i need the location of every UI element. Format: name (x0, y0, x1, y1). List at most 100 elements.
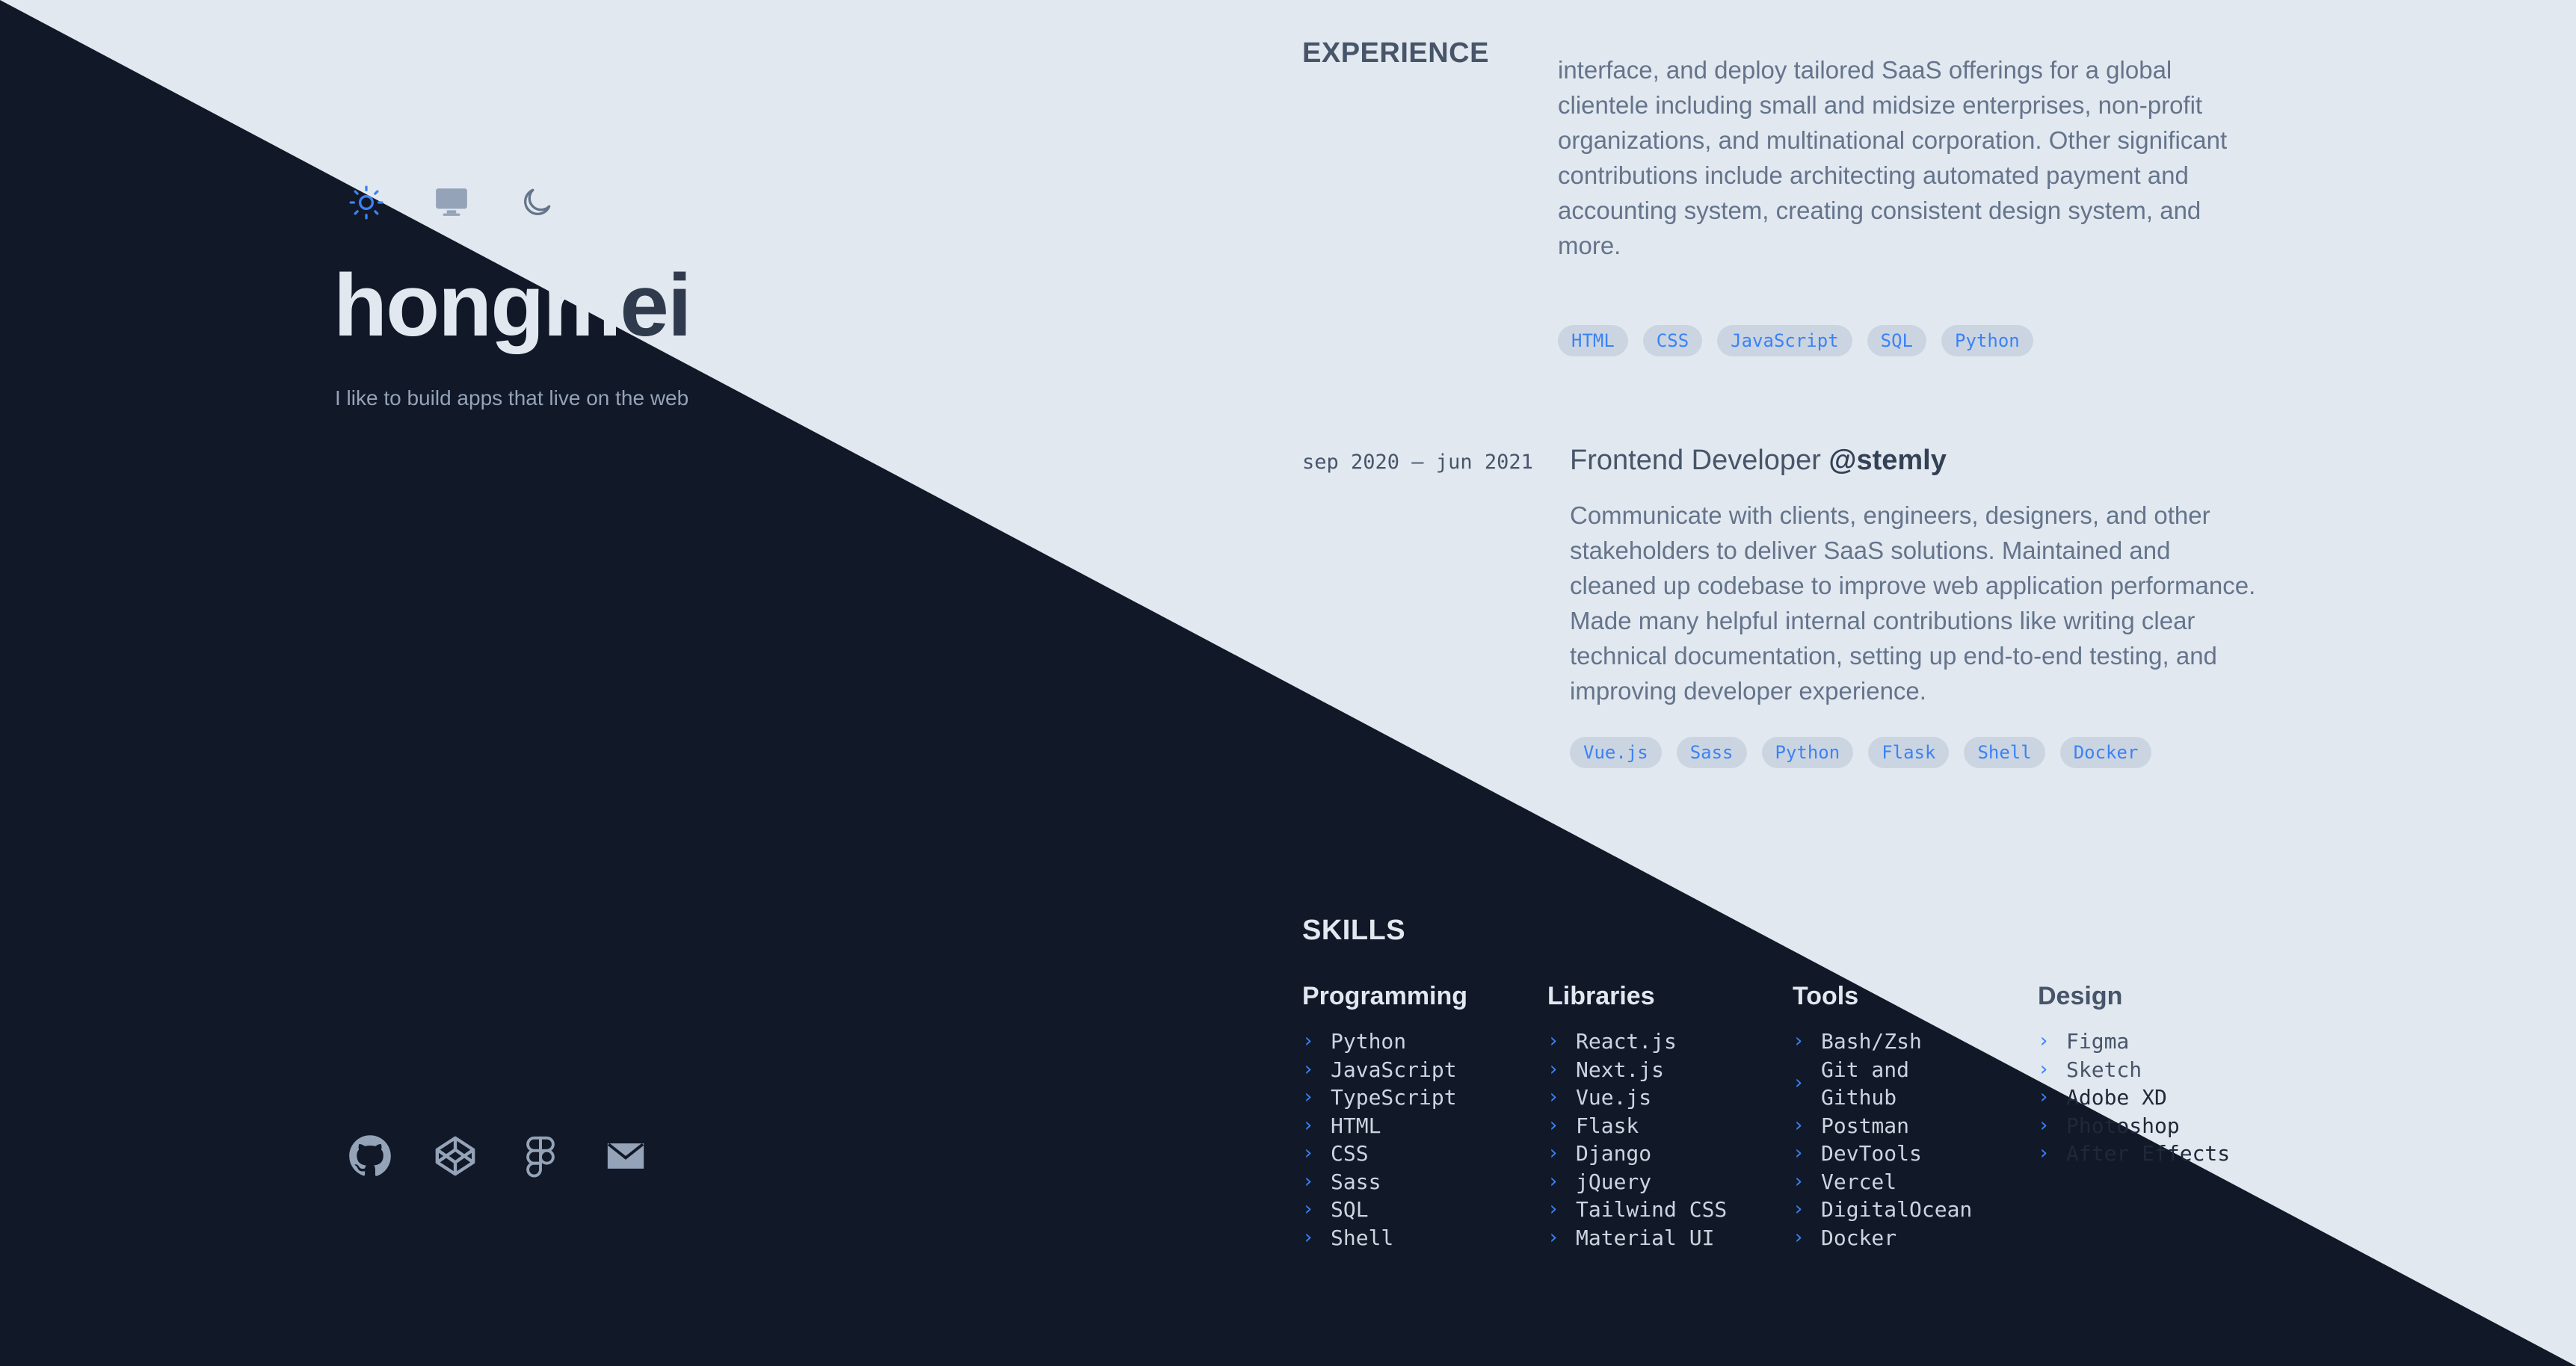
chevron-right-icon: › (1547, 1198, 1559, 1220)
skill-item: › HTML (1302, 1112, 1541, 1140)
skill-item: › Sass (1302, 1168, 1541, 1196)
skill-item: › Postman (1793, 1112, 2032, 1140)
chevron-right-icon: › (1302, 1086, 1314, 1108)
skill-label: Sass (1331, 1169, 1381, 1194)
skills-list: › Python › JavaScript › TypeScript › HTML › C… (1302, 1027, 1541, 1252)
figma-icon (526, 1136, 555, 1178)
tech-tag: SQL (1867, 325, 1927, 356)
skill-label: HTML (1331, 1113, 1381, 1138)
skill-item: › DevTools (1793, 1140, 2032, 1168)
skill-item: › Photoshop (2038, 1112, 2277, 1140)
moon-icon (524, 188, 551, 215)
mail-link[interactable] (604, 1134, 647, 1178)
skill-label: DevTools (1821, 1141, 1922, 1166)
codepen-link[interactable] (434, 1134, 477, 1178)
profile-name-part2: ei (620, 256, 691, 355)
theme-light-button[interactable] (345, 182, 387, 223)
chevron-right-icon: › (1793, 1030, 1805, 1052)
skill-item: › JavaScript (1302, 1056, 1541, 1084)
skill-label: TypeScript (1331, 1085, 1457, 1110)
skills-column-tools: Tools › Bash/Zsh › Git and Github › Postman… (1793, 982, 2032, 1252)
chevron-right-icon: › (2038, 1057, 2050, 1081)
social-links (348, 1134, 647, 1178)
skills-title: SKILLS (1302, 915, 1406, 946)
skill-item: › DigitalOcean (1793, 1196, 2032, 1224)
skill-item: › Material UI (1547, 1224, 1787, 1252)
skill-label: Django (1576, 1141, 1652, 1166)
job-role: Frontend Developer @stemly (1570, 445, 1947, 477)
github-icon (349, 1135, 391, 1176)
skill-label: Shell (1331, 1225, 1394, 1250)
skill-item: › Bash/Zsh (1793, 1027, 2032, 1056)
chevron-right-icon: › (1547, 1142, 1559, 1164)
chevron-right-icon: › (2038, 1113, 2050, 1137)
profile-name: hongmei (333, 262, 692, 350)
skill-item: › Tailwind CSS (1547, 1196, 1787, 1224)
skill-label: Tailwind CSS (1576, 1197, 1728, 1222)
skills-column-heading: Programming (1302, 982, 1468, 1010)
skill-label: Material UI (1576, 1225, 1715, 1250)
skill-item: › Vercel (1793, 1168, 2032, 1196)
theme-system-button[interactable] (431, 182, 472, 223)
skills-column-heading: Design (2038, 982, 2123, 1010)
job-company[interactable]: @stemly (1828, 445, 1946, 476)
job-tags: HTML CSS JavaScript SQL Python (1558, 325, 2033, 356)
skill-label: Sketch (2066, 1057, 2142, 1082)
skills-column-heading: Libraries (1547, 982, 1655, 1010)
tech-tag: JavaScript (1717, 325, 1852, 356)
chevron-right-icon: › (1547, 1086, 1559, 1108)
skill-label: After Effects (2066, 1141, 2231, 1166)
chevron-right-icon: › (1547, 1113, 1559, 1137)
skill-item: › Sketch (2038, 1056, 2277, 1084)
skill-item: › Git and Github (1793, 1056, 1935, 1112)
mail-icon (607, 1143, 644, 1169)
github-link[interactable] (348, 1134, 392, 1178)
skill-item: › jQuery (1547, 1168, 1787, 1196)
skill-label: Python (1331, 1029, 1407, 1054)
experience-title: EXPERIENCE (1302, 37, 1489, 69)
chevron-right-icon: › (1793, 1226, 1805, 1249)
monitor-icon (436, 188, 467, 216)
tech-tag: Python (1761, 737, 1854, 768)
skill-label: CSS (1331, 1141, 1369, 1166)
job-tags: Vue.js Sass Python Flask Shell Docker (1570, 737, 2152, 768)
skills-column-heading: Tools (1793, 982, 1859, 1010)
chevron-right-icon: › (2038, 1142, 2050, 1164)
chevron-right-icon: › (2038, 1086, 2050, 1108)
skill-item: › Flask (1547, 1112, 1787, 1140)
tech-tag: Docker (2059, 737, 2152, 768)
chevron-right-icon: › (1547, 1226, 1559, 1249)
tech-tag: Sass (1676, 737, 1747, 768)
skill-label: Flask (1576, 1113, 1639, 1138)
skill-item: › Vue.js (1547, 1084, 1787, 1112)
skills-column-libraries: Libraries › React.js › Next.js › Vue.js › Fl… (1547, 982, 1787, 1252)
chevron-right-icon: › (2038, 1030, 2050, 1052)
skill-item: › Next.js (1547, 1056, 1787, 1084)
profile-tagline: I like to build apps that live on the we… (335, 386, 689, 410)
tech-tag: Flask (1868, 737, 1950, 768)
skill-label: Next.js (1576, 1057, 1665, 1082)
skills-column-programming: Programming › Python › JavaScript › TypeScr… (1302, 982, 1541, 1252)
chevron-right-icon: › (1793, 1198, 1805, 1220)
skill-item: › React.js (1547, 1027, 1787, 1056)
skill-item: › Django (1547, 1140, 1787, 1168)
figma-link[interactable] (519, 1134, 562, 1178)
skill-item: › After Effects (2038, 1140, 2277, 1168)
skill-label: Adobe XD (2066, 1085, 2167, 1110)
skill-label: Vercel (1821, 1169, 1897, 1194)
skill-label: React.js (1576, 1029, 1677, 1054)
tech-tag: CSS (1642, 325, 1703, 356)
skill-label: Docker (1821, 1225, 1897, 1250)
skill-item: › Python (1302, 1027, 1541, 1056)
job-description: Communicate with clients, engineers, des… (1570, 501, 2256, 705)
portfolio-page: hongmei I like to build apps that live o… (0, 0, 2576, 1366)
skill-label: DigitalOcean (1821, 1197, 1973, 1222)
chevron-right-icon: › (1302, 1226, 1314, 1249)
chevron-right-icon: › (1302, 1198, 1314, 1220)
codepen-icon (435, 1136, 475, 1176)
theme-dark-button[interactable] (516, 182, 558, 223)
chevron-right-icon: › (1302, 1030, 1314, 1052)
chevron-right-icon: › (1302, 1113, 1314, 1137)
skill-label: Bash/Zsh (1821, 1029, 1922, 1054)
skill-item: › Shell (1302, 1224, 1541, 1252)
